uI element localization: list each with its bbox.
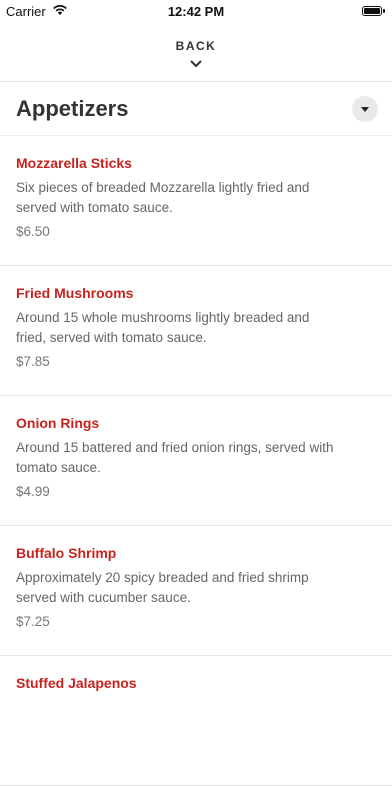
item-price: $4.99	[16, 484, 50, 499]
item-price: $6.50	[16, 224, 50, 239]
item-name: Mozzarella Sticks	[16, 155, 132, 171]
menu-list: Mozzarella Sticks Six pieces of breaded …	[0, 136, 392, 786]
item-name: Buffalo Shrimp	[16, 545, 117, 561]
item-name: Onion Rings	[16, 415, 100, 431]
menu-item[interactable]: Mozzarella Sticks Six pieces of breaded …	[0, 136, 392, 266]
menu-item[interactable]: Stuffed Jalapenos	[0, 656, 392, 786]
item-name: Stuffed Jalapenos	[16, 675, 137, 691]
item-description: Approximately 20 spicy breaded and fried…	[16, 570, 309, 605]
menu-item[interactable]: Fried Mushrooms Around 15 whole mushroom…	[0, 266, 392, 396]
wifi-icon	[52, 4, 68, 19]
section-title: Appetizers	[16, 95, 129, 121]
section-header: Appetizers	[0, 82, 392, 136]
menu-item[interactable]: Buffalo Shrimp Approximately 20 spicy br…	[0, 526, 392, 656]
item-price: $7.85	[16, 354, 50, 369]
item-price: $7.25	[16, 614, 50, 629]
item-description: Around 15 whole mushrooms lightly breade…	[16, 310, 310, 345]
chevron-down-icon	[190, 55, 202, 73]
item-description: Around 15 battered and fried onion rings…	[16, 440, 334, 475]
status-left: Carrier	[0, 4, 68, 19]
status-right	[362, 6, 392, 16]
item-name: Fried Mushrooms	[16, 285, 134, 301]
back-button[interactable]: BACK	[0, 22, 392, 82]
carrier-label: Carrier	[6, 3, 46, 19]
triangle-down-icon	[361, 100, 369, 118]
menu-item[interactable]: Onion Rings Around 15 battered and fried…	[0, 396, 392, 526]
battery-icon	[362, 6, 385, 16]
item-description: Six pieces of breaded Mozzarella lightly…	[16, 180, 310, 215]
section-dropdown-button[interactable]	[352, 95, 378, 122]
status-bar: Carrier 12:42 PM	[0, 0, 392, 22]
back-label: BACK	[175, 38, 217, 53]
